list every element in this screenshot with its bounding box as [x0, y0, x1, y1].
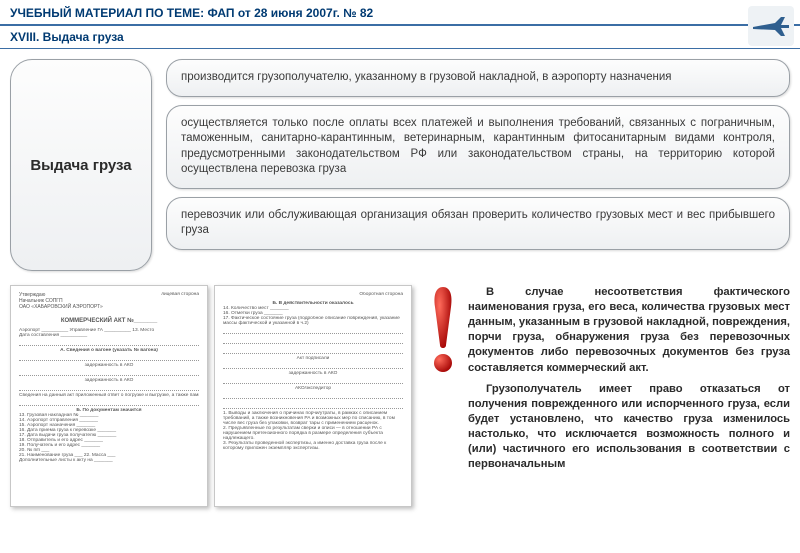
- exclamation-icon: [426, 285, 460, 507]
- bullet-card: перевозчик или обслуживающая организация…: [166, 197, 790, 250]
- note-paragraph: В случае несоответствия фактического наи…: [468, 285, 790, 376]
- form-side-label: Оборотная сторона: [223, 292, 403, 297]
- divider-top: [0, 24, 800, 26]
- page-title: УЧЕБНЫЙ МАТЕРИАЛ ПО ТЕМЕ: ФАП от 28 июня…: [10, 6, 790, 20]
- divider-sub: [0, 48, 800, 49]
- form-approve: Утверждаю Начальник СОПГП ОАО «ХАБАРОВСК…: [19, 292, 103, 310]
- form-note: Сведения на данный акт приложенный ответ…: [19, 393, 199, 398]
- airplane-icon: [748, 6, 794, 46]
- form-preview: Утверждаю Начальник СОПГП ОАО «ХАБАРОВСК…: [10, 285, 412, 507]
- bullet-card: осуществляется только после оплаты всех …: [166, 105, 790, 189]
- bullet-card: производится грузополучателю, указанному…: [166, 59, 790, 97]
- form-paragraph: 1. Выводы и заключения о причинах порчи/…: [223, 411, 403, 451]
- note-text: В случае несоответствия фактического наи…: [468, 285, 790, 507]
- form-field: Дополнительные листы к акту на _______: [19, 458, 199, 463]
- form-side-label: лицевая сторона: [161, 292, 199, 314]
- form-doc-title: КОММЕРЧЕСКИЙ АКТ №_______: [19, 318, 199, 324]
- form-field: 17. Фактическое состояние груза (подробн…: [223, 316, 403, 326]
- form-page-front: Утверждаю Начальник СОПГП ОАО «ХАБАРОВСК…: [10, 285, 208, 507]
- topic-card: Выдача груза: [10, 59, 152, 271]
- section-subtitle: XVIII. Выдача груза: [0, 30, 800, 48]
- note-paragraph: Грузополучатель имеет право отказаться о…: [468, 382, 790, 473]
- form-page-back: Оборотная сторона Б. В действительности …: [214, 285, 412, 507]
